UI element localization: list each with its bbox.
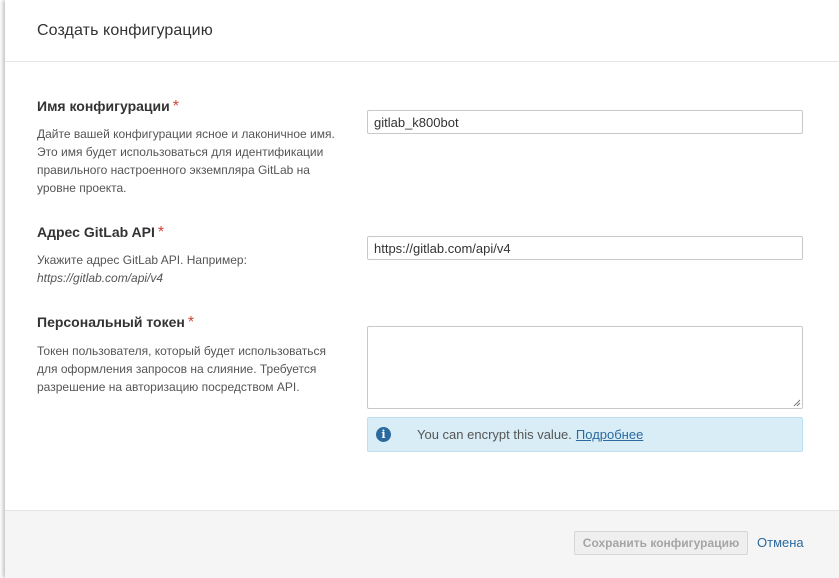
create-configuration-dialog: Создать конфигурацию Имя конфигурации * Д… (5, 0, 839, 578)
info-icon: i (376, 427, 391, 442)
config-name-row: Имя конфигурации * Дайте вашей конфигурац… (37, 98, 803, 195)
encrypt-info-box: i You can encrypt this value. Подробнее (367, 417, 803, 452)
info-message: You can encrypt this value. Подробнее (417, 427, 643, 442)
learn-more-link[interactable]: Подробнее (576, 427, 643, 442)
token-description: Токен пользователя, который будет исполь… (37, 344, 327, 394)
dialog-title: Создать конфигурацию (37, 22, 213, 39)
dialog-header: Создать конфигурацию (5, 0, 839, 62)
resize-grip-icon[interactable] (793, 399, 801, 407)
token-row: Персональный токен * Токен пользователя, … (37, 314, 803, 452)
required-marker: * (187, 314, 195, 331)
config-name-label: Имя конфигурации (37, 98, 170, 114)
required-marker: * (172, 98, 179, 115)
api-url-description-text: Укажите адрес GitLab API. Например: (37, 253, 247, 267)
save-configuration-button[interactable]: Сохранить конфигурацию (574, 531, 748, 555)
api-url-example: https://gitlab.com/api/v4 (37, 271, 164, 285)
api-url-input[interactable] (367, 236, 803, 260)
info-text: You can encrypt this value. (417, 427, 572, 442)
cancel-link[interactable]: Отмена (757, 535, 804, 550)
config-name-input[interactable] (367, 110, 803, 134)
api-url-label: Адрес GitLab API (37, 224, 155, 240)
api-url-description: Укажите адрес GitLab API. Например: http… (37, 251, 342, 287)
api-url-row: Адрес GitLab API * Укажите адрес GitLab A… (37, 224, 803, 285)
token-textarea[interactable] (367, 326, 803, 409)
token-label: Персональный токен (37, 314, 185, 330)
required-marker: * (157, 224, 165, 241)
dialog-footer: Сохранить конфигурацию Отмена (5, 510, 839, 578)
config-name-description: Дайте вашей конфигурации ясное и лаконич… (37, 127, 335, 195)
